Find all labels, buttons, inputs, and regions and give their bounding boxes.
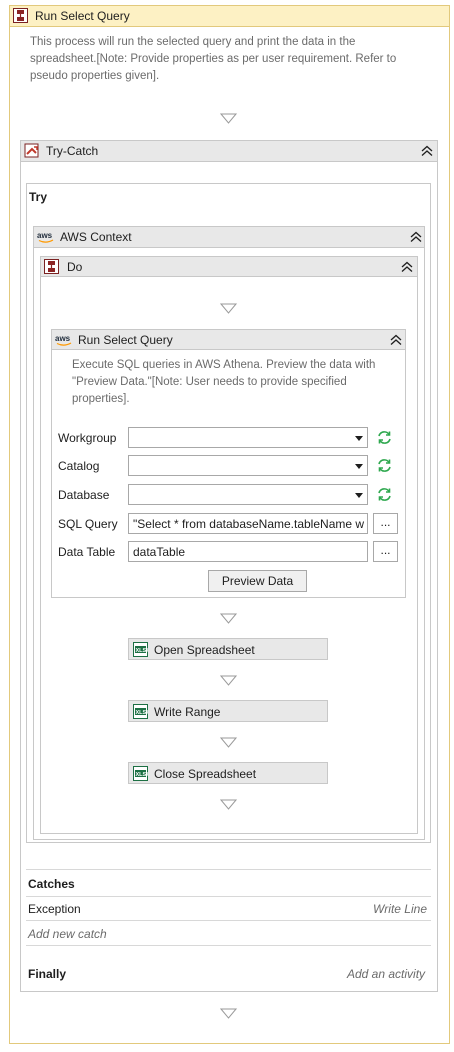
excel-icon: XLSX: [133, 704, 150, 722]
activity-label: Close Spreadsheet: [154, 767, 257, 781]
excel-icon: XLSX: [133, 642, 150, 660]
workgroup-label: Workgroup: [58, 431, 117, 445]
drop-arrow-icon[interactable]: [220, 1008, 237, 1019]
sequence-icon: [13, 8, 28, 26]
svg-text:aws: aws: [37, 231, 53, 240]
database-combobox[interactable]: [128, 484, 368, 505]
activity-label: Open Spreadsheet: [154, 643, 255, 657]
catches-label: Catches: [28, 877, 75, 891]
open-spreadsheet-activity[interactable]: XLSX Open Spreadsheet: [128, 638, 328, 660]
run-select-query-description: Execute SQL queries in AWS Athena. Previ…: [72, 359, 376, 405]
catalog-combobox[interactable]: [128, 455, 368, 476]
finally-label: Finally: [28, 967, 67, 981]
run-select-query-title: Run Select Query: [78, 333, 173, 347]
run-select-query-header[interactable]: aws Run Select Query: [51, 329, 406, 350]
collapse-icon[interactable]: [401, 261, 413, 276]
activity-label: Write Range: [154, 705, 221, 719]
try-catch-header[interactable]: Try-Catch: [20, 140, 438, 162]
sequence-icon: [44, 259, 59, 277]
drop-arrow-icon[interactable]: [220, 613, 237, 624]
try-catch-icon: [24, 143, 40, 162]
sql-query-browse-button[interactable]: ...: [373, 513, 398, 534]
catalog-label: Catalog: [58, 459, 100, 473]
data-table-input[interactable]: dataTable: [128, 541, 368, 562]
root-description: This process will run the selected query…: [30, 36, 397, 82]
collapse-icon[interactable]: [410, 231, 422, 246]
svg-text:XLSX: XLSX: [136, 648, 149, 654]
drop-arrow-icon[interactable]: [220, 737, 237, 748]
workgroup-combobox[interactable]: [128, 427, 368, 448]
root-sequence-title: Run Select Query: [35, 9, 130, 23]
divider: [26, 869, 431, 870]
sql-query-label: SQL Query: [58, 517, 118, 531]
try-label: Try: [29, 190, 48, 204]
sql-query-input[interactable]: "Select * from databaseName.tableName w: [128, 513, 368, 534]
excel-icon: XLSX: [133, 766, 150, 784]
divider: [26, 920, 431, 921]
drop-arrow-icon[interactable]: [220, 113, 237, 124]
svg-text:XLSX: XLSX: [136, 710, 149, 716]
drop-arrow-icon[interactable]: [220, 303, 237, 314]
aws-context-header[interactable]: aws AWS Context: [33, 226, 425, 248]
preview-data-button[interactable]: Preview Data: [208, 570, 307, 592]
try-catch-title: Try-Catch: [46, 144, 99, 158]
database-label: Database: [58, 488, 110, 502]
chevron-down-icon: [355, 436, 363, 441]
write-range-activity[interactable]: XLSX Write Range: [128, 700, 328, 722]
aws-icon: aws: [37, 230, 55, 247]
refresh-icon[interactable]: [376, 457, 393, 477]
data-table-browse-button[interactable]: ...: [373, 541, 398, 562]
do-sequence-header[interactable]: Do: [40, 256, 418, 277]
chevron-down-icon: [355, 464, 363, 469]
catch-exception-type: Exception: [28, 902, 81, 916]
aws-context-title: AWS Context: [60, 230, 132, 244]
drop-arrow-icon[interactable]: [220, 799, 237, 810]
svg-text:XLSX: XLSX: [136, 772, 149, 778]
chevron-down-icon: [355, 493, 363, 498]
refresh-icon[interactable]: [376, 429, 393, 449]
collapse-icon[interactable]: [421, 145, 433, 160]
add-activity-link[interactable]: Add an activity: [347, 967, 425, 981]
catch-handler: Write Line: [372, 902, 427, 916]
root-sequence-header[interactable]: Run Select Query: [9, 5, 450, 27]
aws-icon: aws: [55, 333, 73, 350]
do-title: Do: [67, 260, 83, 274]
data-table-label: Data Table: [58, 545, 116, 559]
collapse-icon[interactable]: [390, 334, 402, 349]
divider: [26, 945, 431, 946]
refresh-icon[interactable]: [376, 486, 393, 506]
add-new-catch-link[interactable]: Add new catch: [28, 927, 107, 941]
catch-row[interactable]: Exception Write Line: [26, 897, 431, 919]
close-spreadsheet-activity[interactable]: XLSX Close Spreadsheet: [128, 762, 328, 784]
drop-arrow-icon[interactable]: [220, 675, 237, 686]
svg-text:aws: aws: [55, 334, 71, 343]
